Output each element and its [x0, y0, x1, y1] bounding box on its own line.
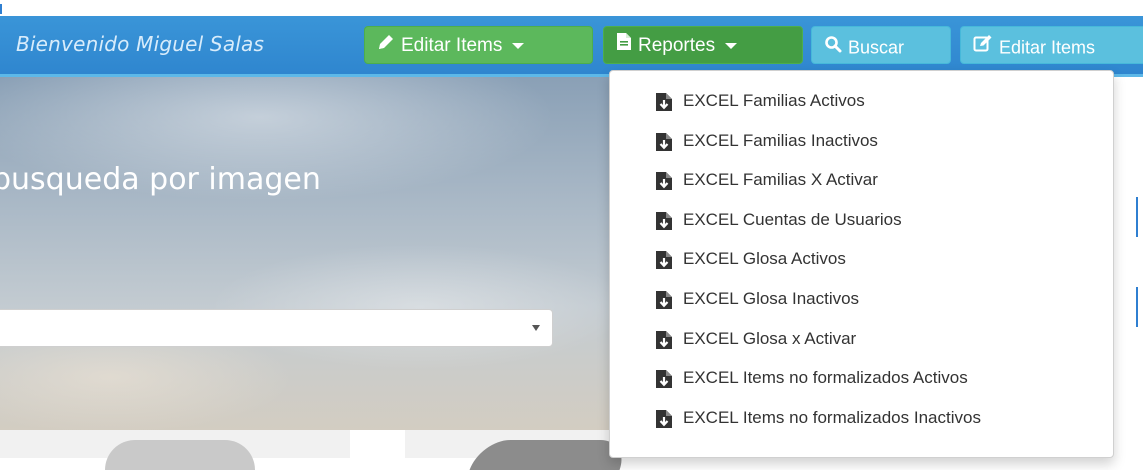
menu-item-excel-items-no-formalizados-inactivos[interactable]: EXCEL Items no formalizados Inactivos [610, 403, 1113, 443]
file-download-icon [655, 92, 673, 122]
menu-item-label: EXCEL Glosa x Activar [683, 328, 857, 348]
file-download-icon [655, 171, 673, 201]
page-right-edge [1114, 77, 1143, 430]
top-strip [0, 0, 1143, 16]
reports-label: Reportes [638, 35, 716, 56]
menu-item-excel-familias-x-activar[interactable]: EXCEL Familias X Activar [610, 165, 1113, 205]
welcome-text: Bienvenido Miguel Salas [16, 32, 265, 56]
menu-item-label: EXCEL Familias X Activar [683, 170, 878, 190]
hero-title: busqueda por imagen [0, 162, 321, 197]
reports-dropdown-menu: EXCEL Familias Activos EXCEL Familias In… [609, 70, 1114, 458]
chevron-down-icon [532, 325, 540, 331]
product-image [105, 440, 255, 470]
menu-item-label: EXCEL Cuentas de Usuarios [683, 209, 902, 229]
chevron-down-icon [725, 43, 738, 49]
menu-item-excel-familias-inactivos[interactable]: EXCEL Familias Inactivos [610, 126, 1113, 166]
category-select[interactable] [0, 309, 553, 347]
file-download-icon [655, 250, 673, 280]
menu-item-excel-glosa-inactivos[interactable]: EXCEL Glosa Inactivos [610, 284, 1113, 324]
top-navbar: Bienvenido Miguel Salas Editar Items Rep… [0, 16, 1143, 77]
menu-item-label: EXCEL Familias Inactivos [683, 130, 878, 150]
result-card[interactable] [0, 430, 350, 470]
menu-item-excel-glosa-activos[interactable]: EXCEL Glosa Activos [610, 244, 1113, 284]
search-icon [824, 28, 842, 66]
edit-items-button-label: Editar Items [999, 37, 1096, 58]
search-button[interactable]: Buscar [811, 26, 951, 64]
edit-items-label: Editar Items [401, 35, 503, 56]
edge-mark [1136, 287, 1138, 327]
menu-item-label: EXCEL Familias Activos [683, 91, 865, 110]
menu-item-excel-items-no-formalizados-activos[interactable]: EXCEL Items no formalizados Activos [610, 363, 1113, 403]
menu-item-excel-glosa-x-activar[interactable]: EXCEL Glosa x Activar [610, 324, 1113, 364]
menu-item-label: EXCEL Items no formalizados Inactivos [683, 407, 981, 427]
edge-mark [0, 4, 2, 14]
menu-item-label: EXCEL Glosa Activos [683, 249, 846, 269]
search-label: Buscar [848, 37, 905, 58]
product-image [469, 440, 631, 470]
menu-item-label: EXCEL Glosa Inactivos [683, 288, 860, 308]
reports-dropdown-button[interactable]: Reportes [603, 26, 803, 64]
file-icon [616, 27, 632, 65]
menu-item-label: EXCEL Items no formalizados Activos [683, 368, 968, 388]
chevron-down-icon [512, 43, 525, 49]
edit-square-icon [973, 28, 993, 66]
file-download-icon [655, 330, 673, 360]
menu-item-excel-familias-activos[interactable]: EXCEL Familias Activos [610, 86, 1113, 126]
pencil-icon [377, 27, 395, 65]
file-download-icon [655, 132, 673, 162]
edit-items-button[interactable]: Editar Items [960, 26, 1143, 64]
edit-items-dropdown-button[interactable]: Editar Items [364, 26, 593, 64]
file-download-icon [655, 211, 673, 241]
file-download-icon [655, 290, 673, 320]
file-download-icon [655, 369, 673, 399]
menu-item-excel-cuentas-de-usuarios[interactable]: EXCEL Cuentas de Usuarios [610, 205, 1113, 245]
edge-mark [1136, 197, 1138, 237]
result-card[interactable] [405, 430, 631, 470]
file-download-icon [655, 409, 673, 439]
